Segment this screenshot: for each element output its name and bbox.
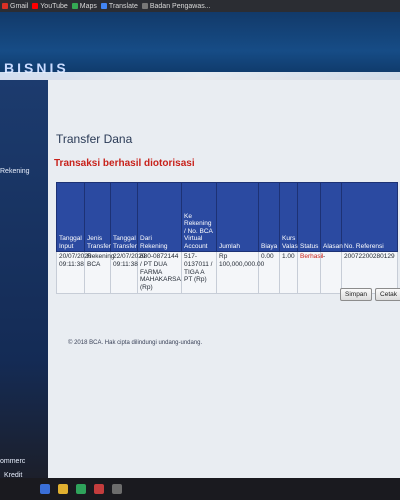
success-message: Transaksi berhasil diotorisasi (54, 158, 195, 169)
column-header: No. Referensi (341, 182, 398, 252)
header-divider (0, 72, 400, 80)
app-icon[interactable] (76, 484, 86, 494)
column-header: Biaya (258, 182, 280, 252)
cell-ke-rekening: 517-0137011 / TIGA A PT (Rp) (181, 251, 217, 294)
sidebar: Rekening ommerc Kredit (0, 80, 48, 480)
cell-biaya: 0.00 (258, 251, 280, 294)
youtube-icon (32, 3, 39, 9)
taskbar (0, 478, 400, 500)
maps-icon (71, 3, 78, 9)
transaction-table: Tanggal Input Jenis Transfer Tanggal Tra… (56, 182, 398, 294)
cell-tanggal-transfer: 22/07/2020 09:11:38 (110, 251, 146, 294)
app-icon[interactable] (40, 484, 50, 494)
column-header: Ke Rekening / No. BCA Virtual Account (181, 182, 217, 252)
column-header: Status (297, 182, 321, 252)
bookmarks-bar: Gmail YouTube Maps Translate Badan Penga… (0, 0, 400, 12)
column-header: Tanggal Input (56, 182, 85, 252)
bookmark-youtube[interactable]: YouTube (32, 3, 68, 10)
bookmark-maps[interactable]: Maps (71, 3, 97, 10)
column-header: Jumlah (216, 182, 259, 252)
main-content: Transfer Dana Transaksi berhasil diotori… (48, 80, 400, 478)
gmail-icon (2, 3, 8, 9)
column-header: Jenis Transfer (84, 182, 111, 252)
page-title: Transfer Dana (56, 132, 133, 146)
app-icon[interactable] (58, 484, 68, 494)
column-header: Dari Rekening (137, 182, 182, 252)
app-icon[interactable] (94, 484, 104, 494)
bookmark-gmail[interactable]: Gmail (2, 3, 28, 10)
column-header: Kurs Valas (279, 182, 298, 252)
table-header-row: Tanggal Input Jenis Transfer Tanggal Tra… (56, 182, 398, 252)
sidebar-item-ecommerce[interactable]: ommerc (0, 458, 25, 465)
copyright-text: © 2018 BCA. Hak cipta dilindungi undang-… (68, 340, 203, 346)
column-header: Alasan (320, 182, 343, 252)
sidebar-item-rekening[interactable]: Rekening (0, 168, 30, 175)
action-buttons: Simpan Cetak (340, 288, 400, 301)
cell-status: Berhasil (297, 251, 323, 294)
save-button[interactable]: Simpan (340, 288, 373, 301)
cell-jumlah: Rp 100,000,000.00 (216, 251, 264, 294)
column-header: Tanggal Transfer (110, 182, 138, 252)
cell-alasan: - (320, 251, 342, 294)
app-icon[interactable] (112, 484, 122, 494)
cell-jenis-transfer: Rekening BCA (84, 251, 114, 294)
print-button[interactable]: Cetak (375, 288, 400, 301)
bookmark-icon (141, 3, 148, 9)
cell-kurs-valas: 1.00 (279, 251, 298, 294)
cell-tanggal-input: 20/07/2020 09:11:38 (56, 251, 92, 294)
app-header: BISNIS (0, 12, 400, 77)
bookmark-translate[interactable]: Translate (100, 3, 138, 10)
bookmark-badan[interactable]: Badan Pengawas... (141, 3, 211, 10)
cell-dari-rekening: 680-0872144 / PT DUA FARMA MAHAKARSA (Rp… (137, 251, 182, 294)
translate-icon (100, 3, 107, 9)
